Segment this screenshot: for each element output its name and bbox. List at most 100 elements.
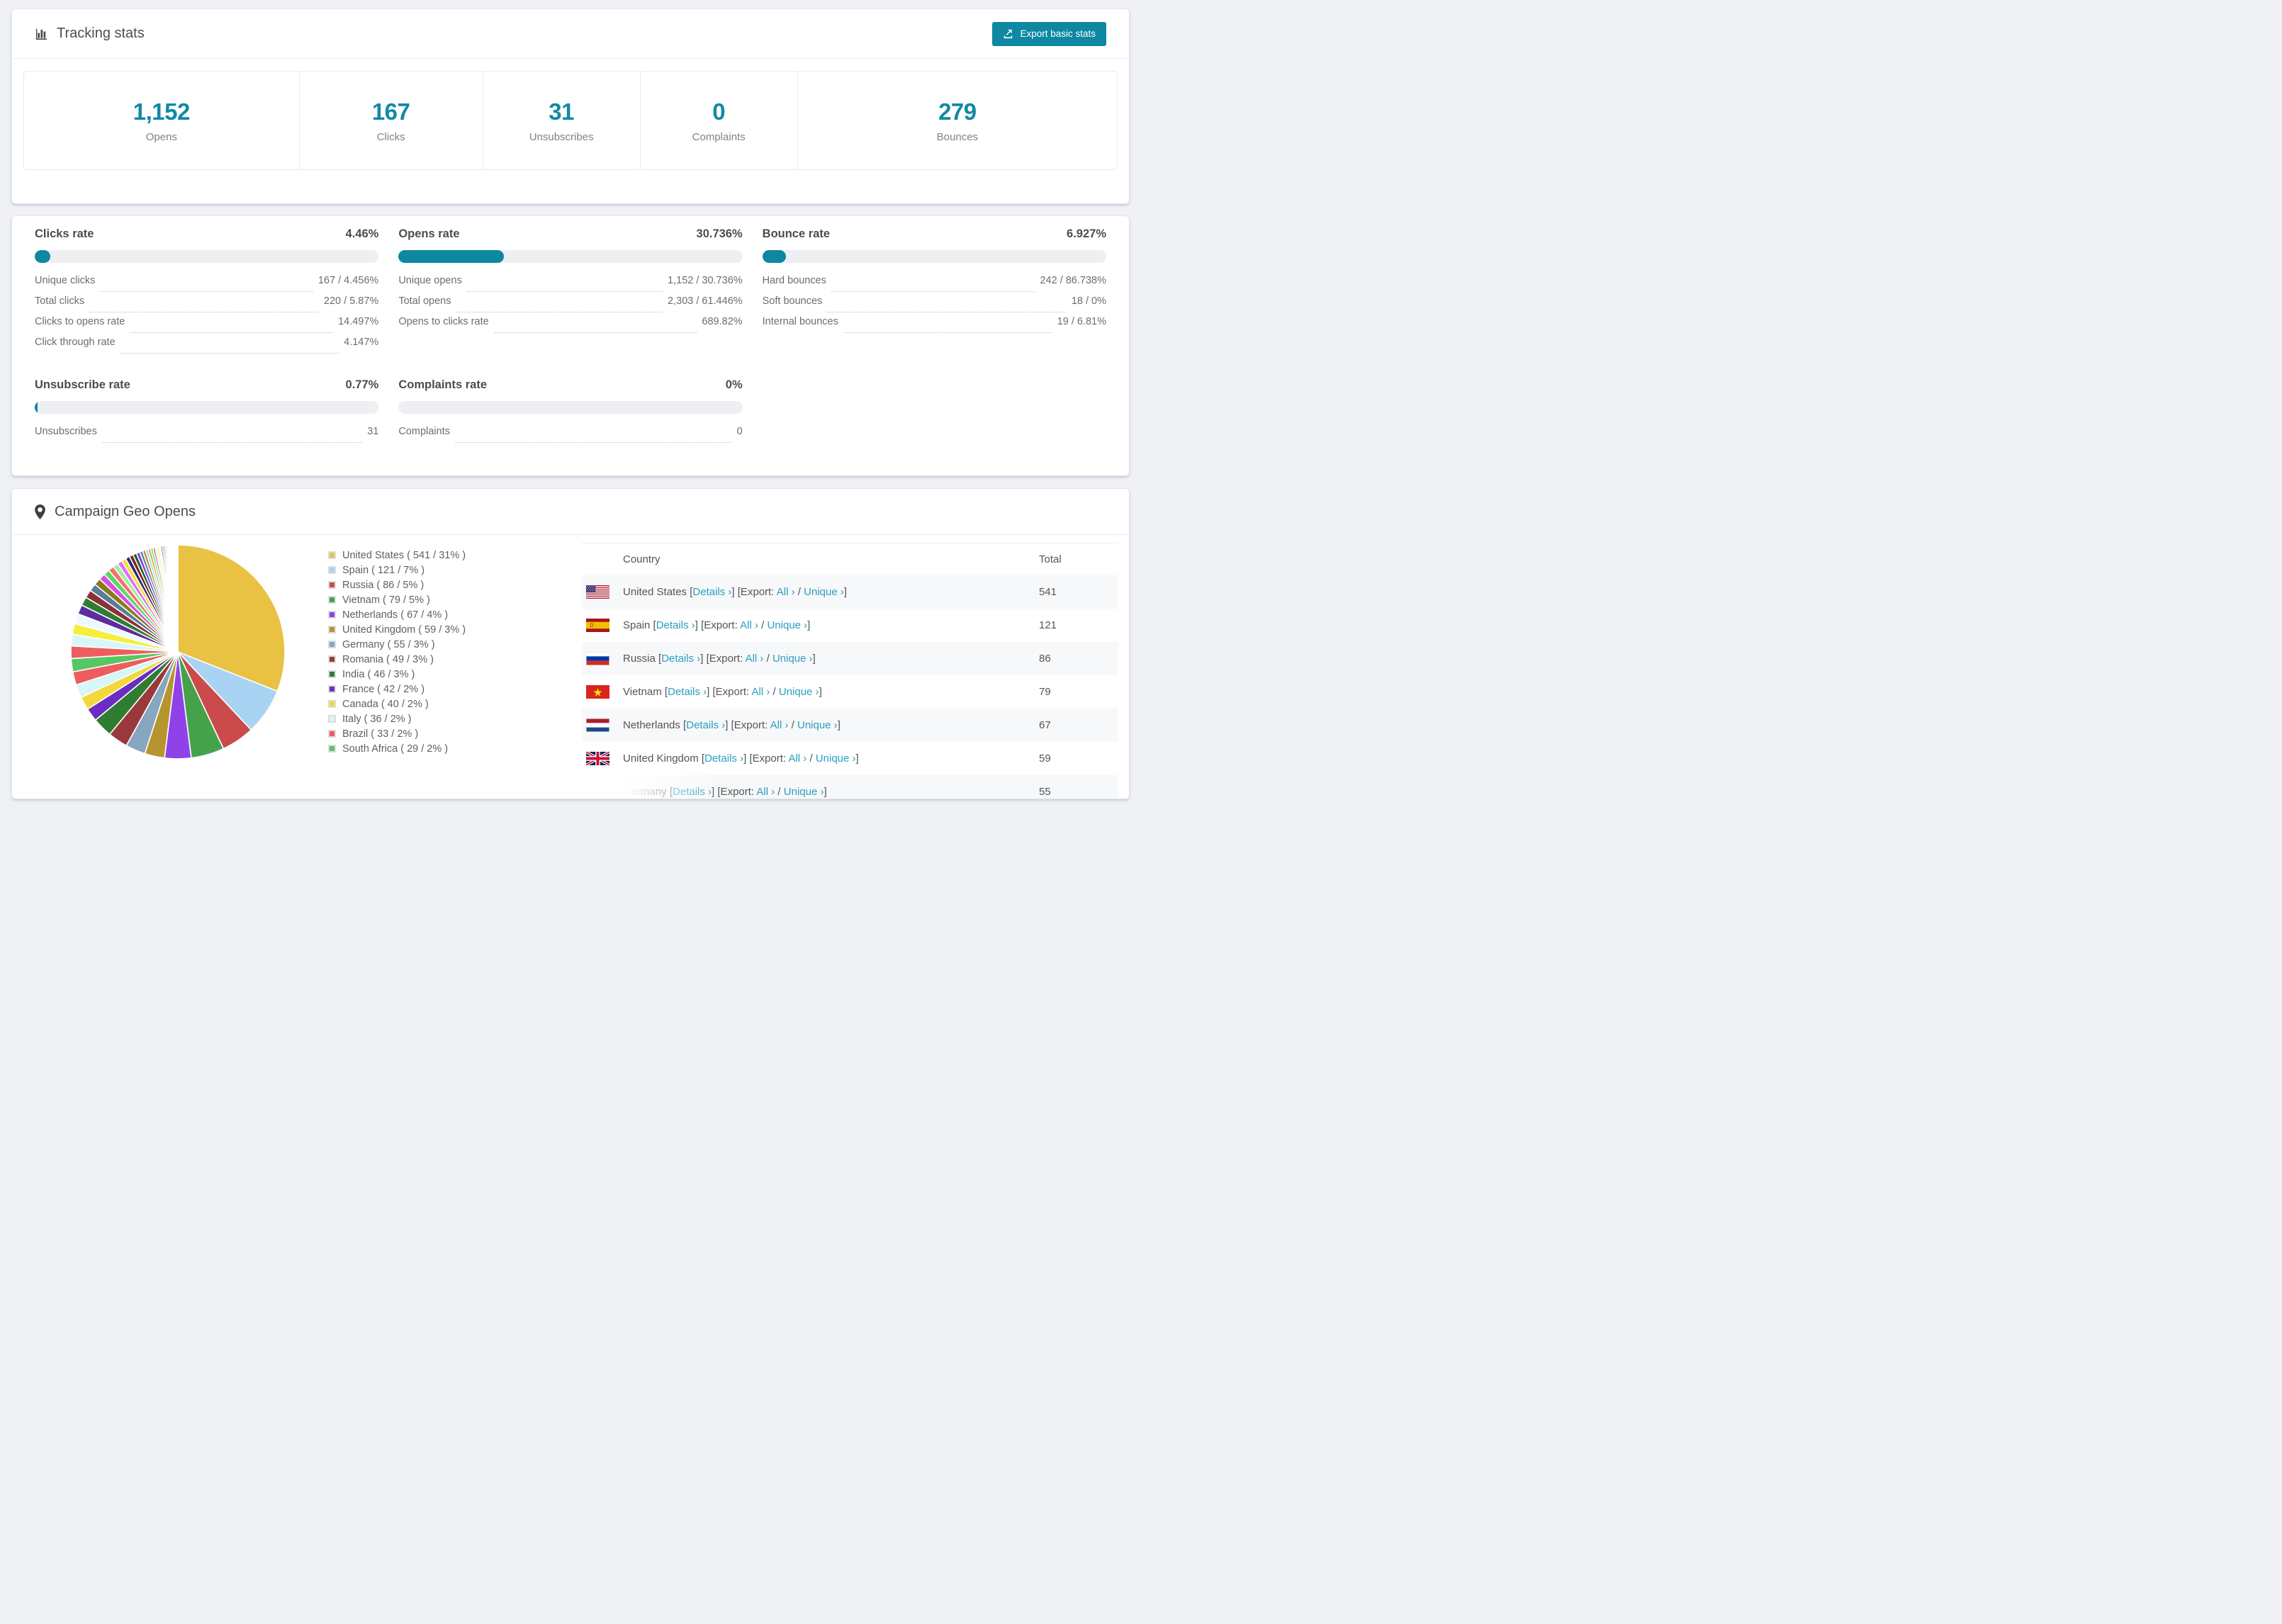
export-unique-link[interactable]: Unique › (784, 786, 824, 798)
details-link[interactable]: Details › (668, 686, 707, 698)
legend-label: South Africa ( 29 / 2% ) (342, 743, 449, 755)
rate-detail-value: 689.82% (702, 316, 743, 327)
country-flag-icon (586, 718, 609, 732)
stat-value: 0 (712, 98, 726, 125)
rate-detail-row: Opens to clicks rate 689.82% (398, 316, 743, 337)
dotted-leader (843, 332, 1052, 333)
rate-detail-row: Click through rate 4.147% (35, 337, 378, 357)
legend-item: France ( 42 / 2% ) (328, 682, 466, 697)
export-icon (1004, 29, 1013, 39)
table-header-row: Country Total (582, 543, 1118, 575)
rate-detail-value: 167 / 4.456% (317, 275, 379, 286)
export-unique-link[interactable]: Unique › (767, 619, 807, 631)
export-basic-stats-button[interactable]: Export basic stats (992, 21, 1106, 46)
tracking-stats-header: Tracking stats Export basic stats (12, 9, 1129, 59)
stat-cell: 31 Unsubscribes (483, 72, 641, 169)
geo-section-title: Campaign Geo Opens (55, 503, 196, 519)
export-unique-link[interactable]: Unique › (797, 719, 838, 731)
rate-detail-value: 14.497% (338, 316, 379, 327)
legend-item: Romania ( 49 / 3% ) (328, 652, 466, 667)
rate-detail-row: Hard bounces 242 / 86.738% (763, 275, 1106, 295)
dotted-leader (831, 291, 1035, 292)
details-link[interactable]: Details › (686, 719, 725, 731)
total-column-header: Total (1039, 553, 1062, 565)
export-all-link[interactable]: All › (746, 653, 764, 665)
progress-bar (762, 250, 1106, 263)
rate-detail-value: 242 / 86.738% (1040, 275, 1106, 286)
details-link[interactable]: Details › (661, 653, 700, 665)
legend-item: Italy ( 36 / 2% ) (328, 711, 466, 726)
geo-opens-pie-chart (70, 544, 286, 760)
export-unique-link[interactable]: Unique › (816, 752, 856, 765)
export-all-link[interactable]: All › (777, 586, 795, 598)
legend-item: Germany ( 55 / 3% ) (328, 637, 466, 652)
rate-detail-label: Total clicks (35, 295, 85, 307)
legend-swatch (328, 626, 336, 633)
legend-swatch (328, 670, 336, 678)
legend-swatch (328, 581, 336, 589)
legend-label: Vietnam ( 79 / 5% ) (342, 594, 430, 606)
rate-detail-value: 2,303 / 61.446% (668, 295, 743, 307)
legend-item: South Africa ( 29 / 2% ) (328, 741, 466, 756)
details-link[interactable]: Details › (656, 619, 695, 631)
stat-label: Opens (145, 130, 177, 143)
legend-item: Spain ( 121 / 7% ) (328, 563, 466, 577)
legend-label: United Kingdom ( 59 / 3% ) (342, 624, 466, 636)
stat-cell: 1,152 Opens (24, 72, 300, 169)
country-flag-icon (586, 585, 609, 599)
pie-slice (176, 544, 179, 653)
progress-bar (398, 250, 743, 263)
dotted-leader (100, 291, 313, 292)
tracking-stats-card: Tracking stats Export basic stats 1,152 … (11, 9, 1130, 204)
export-all-link[interactable]: All › (756, 786, 775, 798)
total-cell: 55 (1039, 786, 1051, 798)
export-all-link[interactable]: All › (740, 619, 758, 631)
dotted-leader (101, 442, 363, 443)
legend-swatch (328, 685, 336, 693)
rate-detail-label: Total opens (398, 295, 451, 307)
export-all-link[interactable]: All › (752, 686, 770, 698)
total-cell: 541 (1039, 586, 1057, 598)
table-row: Germany [Details ›] [Export: All › / Uni… (582, 775, 1118, 799)
map-pin-icon (35, 504, 45, 519)
export-unique-link[interactable]: Unique › (779, 686, 819, 698)
country-flag-icon (586, 785, 609, 799)
legend-swatch (328, 745, 336, 752)
rate-title: Unsubscribe rate (35, 378, 130, 391)
page-title: Tracking stats (57, 26, 145, 41)
country-name: Germany (623, 786, 667, 798)
dotted-leader (466, 291, 663, 292)
total-cell: 67 (1039, 719, 1051, 731)
rates-grid: Clicks rate 4.46% Unique clicks 167 / 4.… (35, 227, 1106, 446)
table-row: United States [Details ›] [Export: All ›… (582, 575, 1118, 609)
country-flag-icon (586, 619, 609, 632)
legend-swatch (328, 655, 336, 663)
details-link[interactable]: Details › (692, 586, 731, 598)
progress-bar (35, 401, 379, 414)
rate-block: Unsubscribe rate 0.77% Unsubscribes 31 (35, 378, 379, 446)
export-unique-link[interactable]: Unique › (772, 653, 813, 665)
export-unique-link[interactable]: Unique › (804, 586, 844, 598)
legend-item: United States ( 541 / 31% ) (328, 548, 466, 563)
details-link[interactable]: Details › (673, 786, 712, 798)
details-link[interactable]: Details › (704, 752, 743, 765)
rate-detail-label: Unsubscribes (35, 426, 97, 437)
export-all-link[interactable]: All › (770, 719, 789, 731)
table-row: Spain [Details ›] [Export: All › / Uniqu… (582, 609, 1118, 642)
bar-chart-icon (35, 28, 47, 40)
legend-label: United States ( 541 / 31% ) (342, 549, 466, 561)
rate-detail-row: Internal bounces 19 / 6.81% (763, 316, 1106, 337)
rate-detail-row: Clicks to opens rate 14.497% (35, 316, 378, 337)
progress-bar (35, 250, 379, 263)
country-cell: Vietnam [Details ›] [Export: All › / Uni… (623, 686, 822, 698)
stat-label: Bounces (936, 130, 979, 143)
total-cell: 59 (1039, 752, 1051, 765)
rate-detail-value: 4.147% (344, 337, 379, 348)
rate-title: Bounce rate (762, 227, 831, 240)
legend-label: Germany ( 55 / 3% ) (342, 638, 435, 650)
export-all-link[interactable]: All › (788, 752, 806, 765)
legend-item: Vietnam ( 79 / 5% ) (328, 592, 466, 607)
legend-item: Brazil ( 33 / 2% ) (328, 726, 466, 741)
stat-value: 1,152 (133, 98, 191, 125)
rate-detail-value: 1,152 / 30.736% (668, 275, 743, 286)
